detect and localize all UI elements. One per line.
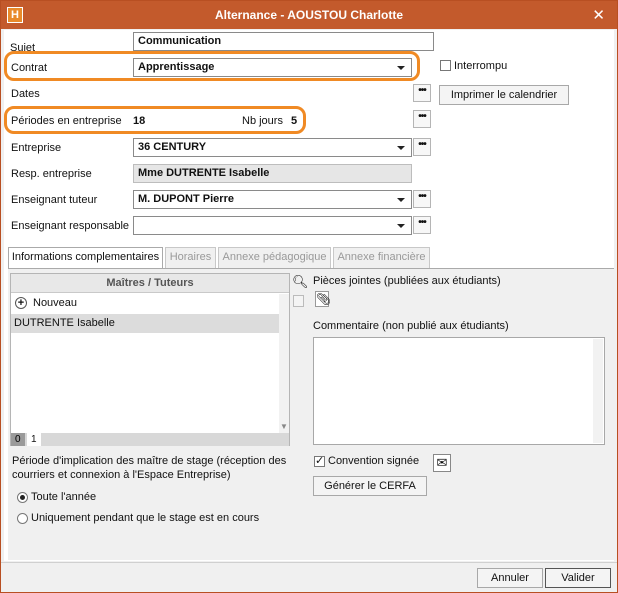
- enseignant-responsable-select[interactable]: [133, 216, 412, 235]
- chevron-down-icon: [397, 198, 405, 202]
- maitres-grid: Maîtres / Tuteurs + Nouveau DUTRENTE Isa…: [10, 273, 290, 446]
- tab-annexe-financiere[interactable]: Annexe financière: [333, 247, 430, 268]
- search-icon[interactable]: 🔍︎: [292, 275, 309, 289]
- chevron-down-icon: [397, 66, 405, 70]
- periodes-label: Périodes en entreprise: [11, 115, 122, 127]
- convention-label: Convention signée: [328, 455, 420, 467]
- pieces-jointes-label: Pièces jointes (publiées aux étudiants): [313, 275, 501, 287]
- enseignant-tuteur-more-button[interactable]: •••: [413, 190, 431, 208]
- chevron-down-icon: ▼: [280, 422, 288, 431]
- resp-entreprise-field: Mme DUTRENTE Isabelle: [133, 164, 412, 183]
- grid-scrollbar[interactable]: ▼: [279, 294, 289, 433]
- dialog-window: H Alternance - AOUSTOU Charlotte ✕ Sujet…: [0, 0, 618, 593]
- chevron-down-icon: [397, 146, 405, 150]
- radio-uniquement-label: Uniquement pendant que le stage est en c…: [31, 512, 260, 524]
- tab-horaires[interactable]: Horaires: [165, 247, 216, 268]
- window-title: Alternance - AOUSTOU Charlotte: [214, 8, 404, 22]
- dates-more-button[interactable]: •••: [413, 84, 431, 102]
- form-content: Sujet Communication Contrat Apprentissag…: [4, 30, 614, 561]
- entreprise-value: 36 CENTURY: [138, 141, 207, 153]
- imprimer-calendrier-button[interactable]: Imprimer le calendrier: [439, 85, 569, 105]
- tab-annexe-pedagogique[interactable]: Annexe pédagogique: [218, 247, 331, 268]
- tab-informations[interactable]: Informations complementaires: [8, 247, 163, 269]
- close-icon[interactable]: ✕: [592, 6, 605, 24]
- entreprise-more-button[interactable]: •••: [413, 138, 431, 156]
- trash-icon[interactable]: [293, 295, 304, 307]
- periodes-more-button[interactable]: •••: [413, 110, 431, 128]
- sujet-input[interactable]: Communication: [133, 32, 434, 51]
- nouveau-row[interactable]: + Nouveau: [11, 294, 289, 313]
- grid-footer: 0 1: [11, 433, 289, 446]
- nbjours-value: 5: [291, 115, 298, 127]
- footer-count-0: 0: [11, 433, 25, 446]
- tab-panel: Maîtres / Tuteurs + Nouveau DUTRENTE Isa…: [8, 268, 614, 560]
- mail-icon[interactable]: ✉: [433, 454, 451, 472]
- contrat-select[interactable]: Apprentissage: [133, 58, 412, 77]
- dates-label: Dates: [11, 88, 40, 100]
- implication-text: Période d'implication des maître de stag…: [12, 455, 287, 481]
- radio-toute-annee[interactable]: [17, 492, 28, 503]
- nbjours-label: Nb jours: [242, 115, 283, 127]
- entreprise-select[interactable]: 36 CENTURY: [133, 138, 412, 157]
- maitres-header: Maîtres / Tuteurs: [11, 274, 289, 293]
- convention-checkbox[interactable]: [314, 454, 325, 467]
- plus-icon: +: [15, 297, 27, 309]
- dialog-footer: Annuler Valider: [1, 562, 617, 592]
- sujet-label: Sujet: [10, 42, 36, 54]
- interrompu-checkbox[interactable]: [440, 60, 451, 71]
- resp-entreprise-label: Resp. entreprise: [11, 168, 92, 180]
- enseignant-tuteur-value: M. DUPONT Pierre: [138, 193, 234, 205]
- generer-cerfa-button[interactable]: Générer le CERFA: [313, 476, 427, 496]
- enseignant-tuteur-label: Enseignant tuteur: [11, 194, 98, 206]
- radio-uniquement[interactable]: [17, 513, 28, 524]
- periodes-value: 18: [133, 115, 146, 127]
- enseignant-responsable-label: Enseignant responsable: [11, 220, 130, 232]
- chevron-down-icon: [397, 224, 405, 228]
- contrat-label: Contrat: [11, 62, 48, 74]
- commentaire-textarea[interactable]: [313, 337, 605, 445]
- enseignant-responsable-more-button[interactable]: •••: [413, 216, 431, 234]
- table-row[interactable]: DUTRENTE Isabelle: [11, 314, 289, 333]
- title-bar: H Alternance - AOUSTOU Charlotte ✕: [1, 1, 617, 29]
- paperclip-icon[interactable]: 📎︎: [315, 291, 331, 307]
- annuler-button[interactable]: Annuler: [477, 568, 543, 588]
- entreprise-label: Entreprise: [11, 142, 62, 154]
- nouveau-label: Nouveau: [33, 297, 78, 309]
- radio-toute-annee-label: Toute l'année: [31, 491, 97, 503]
- interrompu-label: Interrompu: [454, 60, 508, 72]
- commentaire-label: Commentaire (non publié aux étudiants): [313, 320, 509, 332]
- contrat-value: Apprentissage: [138, 61, 215, 73]
- enseignant-tuteur-select[interactable]: M. DUPONT Pierre: [133, 190, 412, 209]
- footer-count-1: 1: [27, 433, 41, 446]
- textarea-scrollbar[interactable]: [593, 339, 603, 443]
- valider-button[interactable]: Valider: [545, 568, 611, 588]
